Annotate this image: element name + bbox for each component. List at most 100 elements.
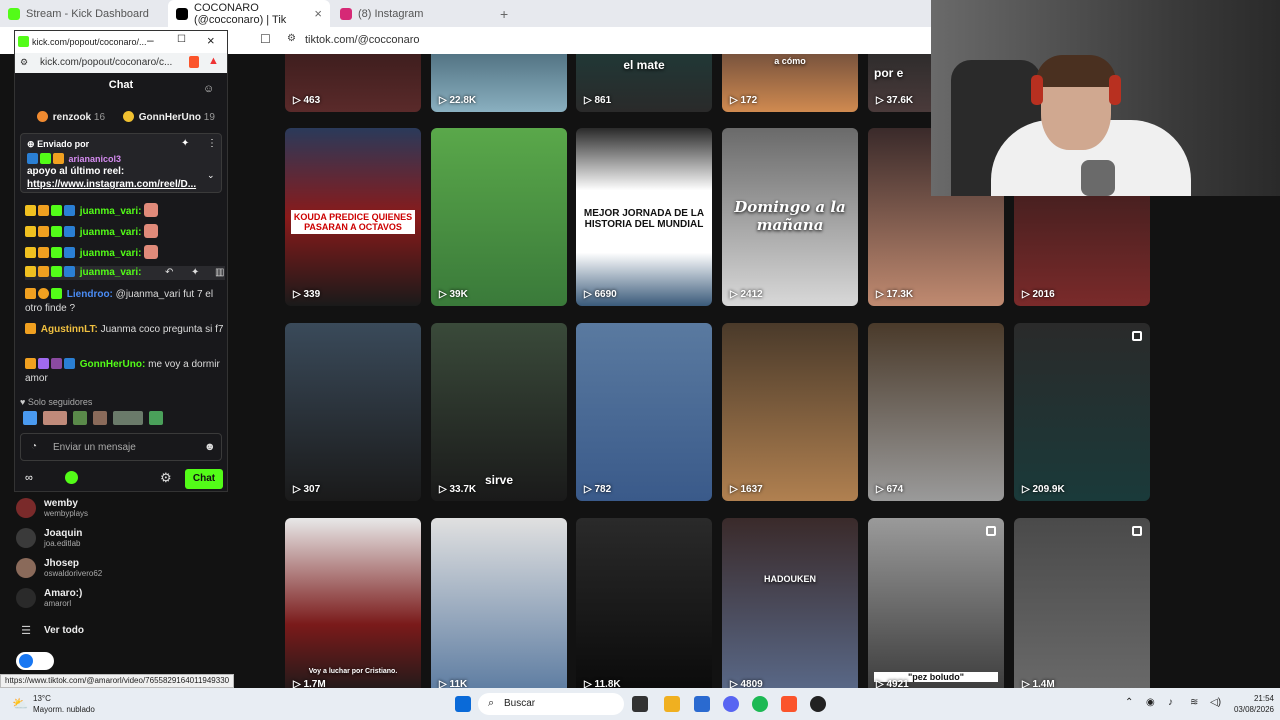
sidebar-user[interactable]: Amaro:) amarorl [16, 588, 82, 608]
pin-icon[interactable]: ✦ [191, 266, 199, 280]
emote-icon[interactable] [23, 411, 37, 425]
video-thumb[interactable]: ▷ 307 [285, 323, 421, 501]
sub-badge-icon [51, 247, 62, 258]
chat-message[interactable]: juanma_vari: ↶ ✦ ▥ [25, 266, 225, 280]
chat-message[interactable]: GonnHerUno: me voy a dormir amor [25, 358, 225, 386]
minimize-icon[interactable]: – [147, 33, 154, 47]
chat-username[interactable]: juanma_vari: [80, 227, 142, 238]
store-icon[interactable] [694, 696, 710, 712]
emote-icon[interactable] [149, 411, 163, 425]
send-chat-button[interactable]: Chat [185, 469, 223, 489]
chat-username[interactable]: GonnHerUno: [80, 359, 146, 370]
video-thumb[interactable]: el mate ▷ 861 [576, 54, 712, 112]
video-thumb[interactable]: ▷ 463 [285, 54, 421, 112]
gifter-count: 16 [93, 112, 106, 123]
video-thumb[interactable]: HADOUKEN ▷ 4809 [722, 518, 858, 688]
url-field[interactable]: tiktok.com/@cocconaro [305, 34, 420, 46]
network-icon[interactable]: ◉ [1146, 697, 1155, 708]
app-toggle[interactable] [16, 652, 54, 670]
video-thumb[interactable]: ▷ 209.9K [1014, 323, 1150, 501]
top-gifter[interactable]: GonnHerUno 19 [123, 111, 215, 123]
chat-username[interactable]: Liendroo: [67, 289, 113, 300]
video-thumb[interactable]: ▷ 11.8K [576, 518, 712, 688]
video-thumb[interactable]: ▷ 782 [576, 323, 712, 501]
weather-icon[interactable]: ⛅ [12, 696, 28, 712]
chat-username[interactable]: juanma_vari: [80, 206, 142, 217]
pin-icon[interactable]: ✦ [181, 138, 189, 149]
video-thumb[interactable]: Domingo a la mañana ▷ 2412 [722, 128, 858, 306]
file-explorer-icon[interactable] [664, 696, 680, 712]
clock-date[interactable]: 03/08/2026 [1220, 705, 1274, 714]
clock-time[interactable]: 21:54 [1230, 694, 1274, 703]
new-tab-icon[interactable]: + [500, 6, 508, 22]
video-thumb[interactable]: a cómo ▷ 172 [722, 54, 858, 112]
sidebar-user[interactable]: Jhosep oswaldorivero62 [16, 558, 102, 578]
windows-start-icon[interactable] [455, 696, 471, 712]
bookmark-icon[interactable]: ☐ [260, 32, 271, 46]
top-gifter[interactable]: renzook 16 [37, 111, 105, 123]
pinned-message[interactable]: ⊕ Enviado por ✦ ⋮ ariananicol3 apoyo al … [20, 133, 222, 193]
more-icon[interactable]: ⋮ [207, 138, 217, 149]
tab-title: Stream - Kick Dashboard [26, 7, 149, 20]
popup-url[interactable]: kick.com/popout/coconaro/c... [40, 57, 172, 68]
view-count: ▷ 307 [293, 484, 321, 495]
tab-instagram[interactable]: (8) Instagram [332, 0, 497, 27]
chevron-down-icon[interactable]: ⌄ [207, 170, 215, 181]
video-thumb[interactable]: ▷ 674 [868, 323, 1004, 501]
site-info-icon[interactable]: ⚙ [287, 33, 296, 44]
chat-message[interactable]: juanma_vari: [25, 203, 225, 219]
discord-icon[interactable] [723, 696, 739, 712]
delete-icon[interactable]: ▥ [215, 266, 224, 280]
close-tab-icon[interactable]: × [314, 6, 322, 21]
video-thumb[interactable]: sirve ▷ 33.7K [431, 323, 567, 501]
chat-username[interactable]: juanma_vari: [80, 248, 142, 259]
pinned-link[interactable]: https://www.instagram.com/reel/D... [27, 179, 199, 190]
spotify-icon[interactable] [752, 696, 768, 712]
tab-kick-dashboard[interactable]: Stream - Kick Dashboard [0, 0, 165, 27]
video-thumb[interactable]: Voy a luchar por Cristiano. ▷ 1.7M [285, 518, 421, 688]
chevron-up-icon[interactable]: ⌃ [1125, 697, 1133, 708]
chat-message-input[interactable]: ◔ Enviar un mensaje ☻ [20, 433, 222, 461]
brave-shield-icon[interactable] [189, 56, 199, 68]
video-thumb[interactable]: ▷ 11K [431, 518, 567, 688]
video-thumb[interactable]: ▷ 39K [431, 128, 567, 306]
video-thumb[interactable]: ▷ 1.4M [1014, 518, 1150, 688]
video-thumb[interactable]: ▷ 1637 [722, 323, 858, 501]
video-thumb[interactable]: "pez boludo" ▷ 4921 [868, 518, 1004, 688]
chat-message[interactable]: AgustinnLT: Juanma coco pregunta si f7 [25, 323, 225, 337]
kick-badge-icon[interactable] [65, 471, 78, 484]
wifi-icon[interactable]: ≋ [1190, 697, 1198, 708]
warning-icon[interactable]: ▲ [208, 55, 219, 67]
task-view-icon[interactable] [632, 696, 648, 712]
emote-icon[interactable] [93, 411, 107, 425]
reply-icon[interactable]: ↶ [165, 266, 173, 280]
chat-username[interactable]: juanma_vari: [80, 267, 142, 278]
sidebar-user[interactable]: Joaquin joa.editlab [16, 528, 82, 548]
weather-desc[interactable]: Mayorm. nublado [33, 705, 95, 714]
brave-icon[interactable] [781, 696, 797, 712]
settings-icon[interactable]: ⚙ [160, 470, 172, 486]
close-icon[interactable]: × [207, 33, 215, 48]
chat-message[interactable]: juanma_vari: [25, 224, 225, 240]
chat-message[interactable]: juanma_vari: [25, 245, 225, 261]
tab-tiktok[interactable]: COCONARO (@cocconaro) | Tik × [168, 0, 330, 27]
emote-icon[interactable] [43, 411, 67, 425]
emoji-icon[interactable]: ☻ [204, 441, 216, 453]
video-thumb[interactable]: ▷ 22.8K [431, 54, 567, 112]
emote-icon[interactable] [113, 411, 143, 425]
sidebar-user[interactable]: wemby wembyplays [16, 498, 88, 518]
maximize-icon[interactable]: ☐ [177, 34, 186, 45]
site-info-icon[interactable]: ⚙ [20, 57, 28, 68]
users-icon[interactable]: ☺ [203, 83, 214, 95]
video-thumb[interactable]: MEJOR JORNADA DE LA HISTORIA DEL MUNDIAL… [576, 128, 712, 306]
see-all-link[interactable]: ☰ Ver todo [16, 624, 84, 637]
obs-icon[interactable] [810, 696, 826, 712]
microphone-icon[interactable]: ♪ [1168, 697, 1173, 708]
chat-message[interactable]: Liendroo: @juanma_vari fut 7 el otro fin… [25, 288, 225, 316]
chat-username[interactable]: AgustinnLT: [41, 324, 98, 335]
weather-temp[interactable]: 13°C [33, 694, 51, 703]
emote-icon[interactable] [73, 411, 87, 425]
search-box[interactable]: ⌕ Buscar [478, 693, 624, 715]
channel-points-icon[interactable]: ∞ [25, 472, 33, 484]
video-thumb[interactable]: KOUDA PREDICE QUIENES PASARAN A OCTAVOS … [285, 128, 421, 306]
